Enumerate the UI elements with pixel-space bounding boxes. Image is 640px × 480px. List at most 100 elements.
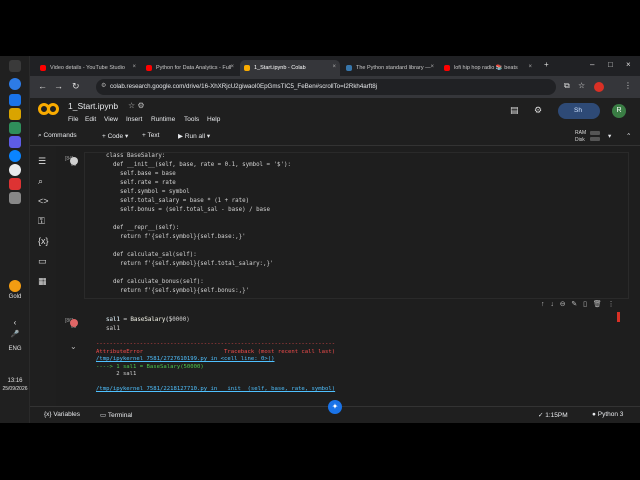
run-cell-error-button[interactable] [70, 319, 78, 327]
tab-colab[interactable]: 1_Start.ipynb - Colab × [240, 60, 340, 76]
close-icon[interactable]: × [528, 64, 532, 70]
tab-python-docs[interactable]: The Python standard library — × [342, 60, 438, 76]
clock-time[interactable]: 13:16 [0, 378, 30, 384]
last-run-time[interactable]: ✓ 1:15PM [538, 411, 568, 419]
code-line: return f'{self.symbol}{self.bonus:,}' [106, 288, 250, 294]
mirror-icon[interactable]: ▯ [583, 301, 587, 308]
code-snippets-icon[interactable]: <> [38, 196, 49, 206]
close-icon[interactable]: × [230, 64, 234, 70]
clock-label: 1:15PM [545, 412, 568, 419]
language-indicator[interactable]: ENG [0, 346, 30, 352]
add-code-button[interactable]: + Code ▾ [102, 132, 128, 140]
menu-insert[interactable]: Insert [126, 116, 142, 123]
run-all-button[interactable]: ▶ Run all ▾ [178, 132, 210, 140]
settings-gear-icon[interactable]: ⚙ [534, 105, 542, 116]
share-button[interactable]: Sh [558, 103, 600, 119]
terminal-grid-icon[interactable]: ▦ [38, 276, 47, 287]
variables-button[interactable]: {x} Variables [44, 411, 80, 418]
start-icon[interactable] [9, 60, 21, 72]
edit-icon[interactable]: ✎ [571, 301, 577, 308]
close-icon[interactable]: × [332, 64, 336, 70]
new-tab-icon[interactable]: + [544, 60, 549, 69]
settings-icon[interactable] [9, 192, 21, 204]
search-icon[interactable]: ⌕ [38, 176, 43, 187]
app-icon-2[interactable] [9, 122, 21, 134]
close-icon[interactable]: × [430, 64, 434, 70]
link-icon[interactable]: ⊖ [560, 301, 566, 308]
delete-icon[interactable]: 🗑 [593, 301, 602, 308]
chrome-icon[interactable] [9, 164, 21, 176]
notebook-toolbar: ⌕ Commands + Code ▾ + Text ▶ Run all ▾ R… [30, 128, 640, 146]
minimize-icon[interactable]: – [590, 60, 594, 69]
app-icon-3[interactable] [9, 136, 21, 148]
output-line: ----> 1 sal1 = BaseSalary(50000) [96, 363, 204, 370]
menu-file[interactable]: File [68, 116, 78, 123]
tab-python-course[interactable]: Python for Data Analytics - Full × [142, 60, 238, 76]
move-down-icon[interactable]: ↓ [550, 301, 554, 308]
menu-edit[interactable]: Edit [85, 116, 96, 123]
output-collapse-icon[interactable]: ⌄ [70, 343, 77, 351]
back-icon[interactable]: ← [38, 81, 47, 91]
secrets-icon[interactable]: ⚿ [38, 216, 45, 227]
code-line: def calculate_sal(self): [106, 252, 197, 258]
tray-chevron-icon[interactable]: ‹ [0, 318, 30, 327]
close-icon[interactable]: × [132, 64, 136, 70]
star-icon[interactable]: ☆ ⚙ [128, 101, 145, 110]
run-all-label: Run all [184, 133, 206, 140]
output-line[interactable]: /tmp/ipykernel_7581/2218127710.py in __i… [96, 386, 626, 394]
extension-icon[interactable] [594, 82, 604, 92]
comment-icon[interactable]: ▤ [510, 105, 519, 116]
menu-view[interactable]: View [104, 116, 118, 123]
run-cell-button[interactable] [70, 157, 78, 165]
install-icon[interactable]: ⧉ [564, 81, 570, 91]
terminal-button[interactable]: ▭ Terminal [100, 411, 132, 419]
collapse-icon[interactable]: ⌃ [626, 132, 631, 140]
output-line[interactable]: /tmp/ipykernel_7581/2727610199.py in <ce… [96, 356, 626, 364]
mic-icon[interactable]: 🎤 [0, 330, 30, 338]
code-line: return f'{self.symbol}{self.base:,}' [106, 234, 246, 240]
url-text: colab.research.google.com/drive/16-XhXRj… [110, 83, 378, 90]
resource-indicator[interactable]: RAM Disk [575, 130, 586, 144]
runtime-indicator[interactable]: ● Python 3 [592, 411, 623, 418]
colab-logo-icon[interactable] [38, 103, 60, 115]
bookmark-icon[interactable]: ☆ [578, 81, 585, 90]
search-icon[interactable] [9, 78, 21, 90]
clock-date[interactable]: 25/09/2026 [0, 386, 30, 392]
notebook-title[interactable]: 1_Start.ipynb [68, 101, 118, 111]
code-line: sal1 = BaseSalary(50000) [106, 317, 190, 323]
variables-icon[interactable]: {x} [38, 236, 49, 246]
code-line: sal1 [106, 326, 120, 332]
status-bar: {x} Variables ▭ Terminal ✦ ✓ 1:15PM ● Py… [30, 400, 640, 423]
resource-bars [590, 131, 600, 143]
folder-icon[interactable] [9, 108, 21, 120]
address-input[interactable]: ⚙ colab.research.google.com/drive/16-XhX… [96, 79, 556, 95]
tab-youtube-studio[interactable]: Video details - YouTube Studio × [36, 60, 140, 76]
app-icon-4[interactable] [9, 178, 21, 190]
more-icon[interactable]: ⋮ [608, 301, 615, 308]
reload-icon[interactable]: ↻ [72, 81, 80, 92]
toc-icon[interactable]: ☰ [38, 156, 46, 167]
menu-runtime[interactable]: Runtime [151, 116, 175, 123]
avatar[interactable]: R [612, 104, 626, 118]
browser-menu-icon[interactable]: ⋮ [624, 81, 632, 90]
resource-dropdown-icon[interactable]: ▾ [608, 132, 611, 140]
maximize-icon[interactable]: □ [608, 60, 613, 69]
address-bar-row: ← → ↻ ⚙ colab.research.google.com/drive/… [30, 76, 640, 98]
screen: Gold ‹ 🎤 ENG 13:16 25/09/2026 Video deta… [0, 56, 640, 423]
menu-help[interactable]: Help [207, 116, 220, 123]
tab-lofi[interactable]: lofi hip hop radio 📚 beats × [440, 60, 536, 76]
gemini-icon[interactable]: ✦ [328, 400, 342, 414]
move-up-icon[interactable]: ↑ [541, 301, 545, 308]
commands-button[interactable]: ⌕ Commands [38, 132, 77, 140]
add-text-button[interactable]: + Text [142, 132, 159, 139]
files-icon[interactable]: ▭ [38, 256, 47, 267]
app-icon-1[interactable] [9, 94, 21, 106]
notebook-area: [84] 0s class BaseSalary: def __init__(s… [56, 146, 640, 406]
window-close-icon[interactable]: × [626, 60, 631, 69]
site-info-icon[interactable]: ⚙ [101, 82, 106, 89]
code-editor[interactable]: class BaseSalary: def __init__(self, bas… [106, 152, 291, 296]
menu-tools[interactable]: Tools [184, 116, 199, 123]
forward-icon[interactable]: → [54, 81, 63, 91]
edge-icon[interactable] [9, 150, 21, 162]
